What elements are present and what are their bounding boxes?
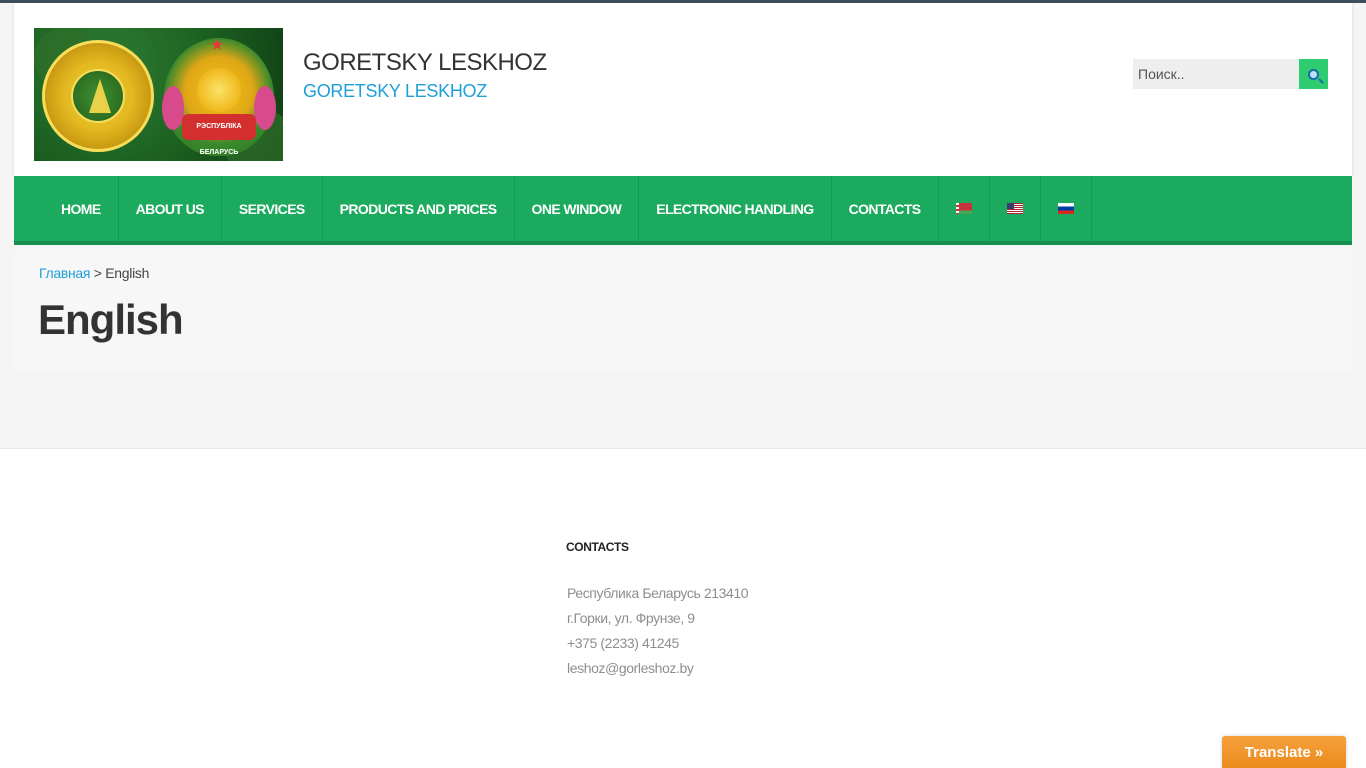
coat-of-arms-ribbon-text: РЭСПУБЛІКА БЕЛАРУСЬ bbox=[196, 123, 242, 156]
search-icon bbox=[1308, 68, 1319, 80]
contact-email: leshoz@gorleshoz.by bbox=[567, 660, 694, 676]
nav-item-electronic-handling[interactable]: ELECTRONIC HANDLING bbox=[639, 176, 832, 241]
breadcrumb-separator: > bbox=[90, 265, 106, 281]
nav-item-services[interactable]: SERVICES bbox=[222, 176, 323, 241]
usa-flag-icon bbox=[1006, 203, 1023, 214]
nav-item-home[interactable]: HOME bbox=[44, 176, 119, 241]
belarus-coat-of-arms-icon: ★ РЭСПУБЛІКА БЕЛАРУСЬ bbox=[162, 37, 276, 156]
contact-address-street: г.Горки, ул. Фрунзе, 9 bbox=[567, 610, 695, 626]
breadcrumb: Главная > English bbox=[39, 265, 149, 281]
language-belarusian[interactable] bbox=[939, 176, 990, 241]
nav-list: HOME ABOUT US SERVICES PRODUCTS AND PRIC… bbox=[44, 176, 1092, 241]
flowers-right bbox=[254, 86, 276, 130]
nav-item-one-window[interactable]: ONE WINDOW bbox=[515, 176, 640, 241]
search-input[interactable] bbox=[1133, 59, 1300, 89]
footer-contacts-block: Республика Беларусь 213410 г.Горки, ул. … bbox=[567, 583, 749, 683]
main-navigation: HOME ABOUT US SERVICES PRODUCTS AND PRIC… bbox=[14, 176, 1352, 245]
breadcrumb-current: English bbox=[105, 265, 150, 281]
site-logo[interactable]: ★ РЭСПУБЛІКА БЕЛАРУСЬ bbox=[34, 28, 283, 161]
search-button[interactable] bbox=[1299, 59, 1328, 89]
nav-item-contacts[interactable]: CONTACTS bbox=[832, 176, 939, 241]
site-title[interactable]: GORETSKY LESKHOZ bbox=[303, 49, 547, 77]
contact-address-country: Республика Беларусь 213410 bbox=[567, 585, 749, 601]
site-header: ★ РЭСПУБЛІКА БЕЛАРУСЬ GORETSKY LESKHOZ G… bbox=[14, 3, 1352, 176]
coat-of-arms-ribbon: РЭСПУБЛІКА БЕЛАРУСЬ bbox=[182, 114, 256, 156]
nav-item-about-us[interactable]: ABOUT US bbox=[119, 176, 222, 241]
contact-phone: +375 (2233) 41245 bbox=[567, 635, 679, 651]
emblem-inner-circle bbox=[71, 69, 125, 123]
forestry-emblem-icon bbox=[42, 40, 154, 152]
breadcrumb-home-link[interactable]: Главная bbox=[39, 265, 90, 281]
russia-flag-icon bbox=[1057, 203, 1074, 214]
site-subtitle: GORETSKY LESKHOZ bbox=[303, 81, 487, 101]
flowers-left bbox=[162, 86, 184, 130]
footer-contacts-heading: CONTACTS bbox=[566, 540, 629, 554]
translate-button[interactable]: Translate » bbox=[1222, 736, 1346, 768]
fir-tree-icon bbox=[89, 79, 111, 113]
page-title: English bbox=[38, 296, 184, 343]
star-icon: ★ bbox=[210, 37, 225, 54]
sun-icon bbox=[197, 68, 241, 112]
language-russian[interactable] bbox=[1041, 176, 1092, 241]
page-header-card: Главная > English English bbox=[14, 249, 1352, 371]
belarus-flag-icon bbox=[955, 203, 972, 214]
nav-item-products-and-prices[interactable]: PRODUCTS AND PRICES bbox=[323, 176, 515, 241]
language-english[interactable] bbox=[990, 176, 1041, 241]
